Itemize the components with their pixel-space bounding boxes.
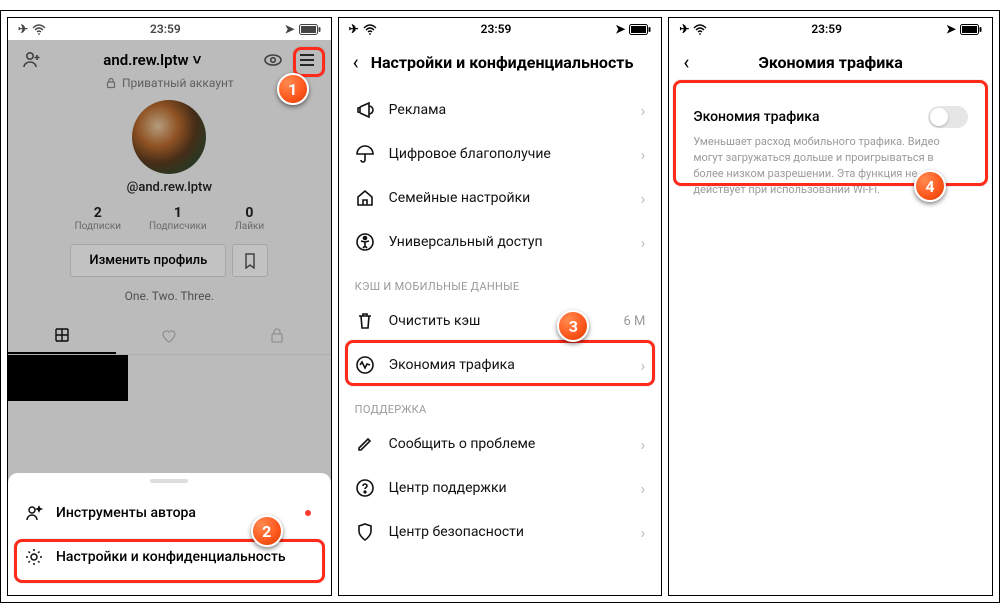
- highlight-data-saver: [345, 340, 656, 386]
- status-bar: ✈ 23:59 ➤: [339, 18, 662, 40]
- video-thumbnail[interactable]: [8, 355, 128, 401]
- megaphone-icon: [355, 100, 375, 120]
- section-cache: КЭШ И МОБИЛЬНЫЕ ДАННЫЕ: [339, 264, 662, 299]
- trash-icon: [355, 311, 375, 331]
- battery-icon: [299, 24, 321, 35]
- chevron-right-icon: ›: [641, 101, 646, 120]
- screen-profile: ✈ 23:59 ➤ and.rew.lptw ˅: [7, 17, 332, 596]
- airplane-icon: ✈: [18, 22, 28, 36]
- row-ads[interactable]: Реклама ›: [339, 88, 662, 132]
- bio-text: One. Two. Three.: [8, 289, 331, 317]
- row-wellbeing[interactable]: Цифровое благополучие ›: [339, 132, 662, 176]
- wifi-icon: [363, 24, 377, 35]
- wifi-icon: [693, 24, 707, 35]
- row-safety[interactable]: Центр безопасности ›: [339, 510, 662, 554]
- row-report[interactable]: Сообщить о проблеме ›: [339, 422, 662, 466]
- notification-dot: [305, 510, 311, 516]
- location-icon: ➤: [946, 22, 956, 36]
- edit-profile-button[interactable]: Изменить профиль: [70, 244, 226, 277]
- home-icon: [355, 188, 375, 208]
- status-bar: ✈ 23:59 ➤: [8, 18, 331, 40]
- page-title: Экономия трафика: [669, 53, 992, 72]
- tab-grid[interactable]: [8, 317, 116, 354]
- screen-data-saver: ✈ 23:59 ➤ ‹ Экономия трафика Экономия тр…: [668, 17, 993, 596]
- screen-settings: ✈ 23:59 ➤ ‹ Настройки и конфиденциальнос…: [338, 17, 663, 596]
- add-user-icon[interactable]: [20, 48, 44, 72]
- back-icon[interactable]: ‹: [353, 50, 359, 74]
- drag-handle[interactable]: [150, 479, 188, 483]
- author-tools-label: Инструменты автора: [56, 505, 196, 521]
- shield-icon: [355, 522, 375, 542]
- sparkle-user-icon: [24, 503, 44, 523]
- chevron-right-icon: ›: [641, 435, 646, 454]
- following-stat[interactable]: 2 Подписки: [75, 205, 121, 232]
- chevron-right-icon: ›: [641, 479, 646, 498]
- airplane-icon: ✈: [679, 22, 689, 36]
- battery-icon: [629, 24, 651, 35]
- status-bar: ✈ 23:59 ➤: [669, 18, 992, 40]
- username-dropdown[interactable]: and.rew.lptw ˅: [103, 51, 201, 69]
- eye-icon[interactable]: [261, 48, 285, 72]
- cache-size: 6 M: [623, 314, 645, 329]
- status-time: 23:59: [811, 22, 842, 36]
- wifi-icon: [32, 24, 46, 35]
- chevron-right-icon: ›: [641, 233, 646, 252]
- row-clear-cache[interactable]: Очистить кэш 6 M: [339, 299, 662, 343]
- chevron-down-icon: ˅: [193, 51, 202, 69]
- chevron-right-icon: ›: [641, 189, 646, 208]
- avatar[interactable]: [132, 100, 206, 174]
- location-icon: ➤: [285, 22, 295, 36]
- status-time: 23:59: [150, 22, 181, 36]
- bookmark-button[interactable]: [232, 244, 268, 277]
- badge-2: 2: [251, 515, 283, 547]
- highlight-data-saver-toggle: [673, 80, 988, 186]
- umbrella-icon: [355, 144, 375, 164]
- tab-private[interactable]: [223, 317, 331, 354]
- row-help[interactable]: Центр поддержки ›: [339, 466, 662, 510]
- status-time: 23:59: [481, 22, 512, 36]
- row-family[interactable]: Семейные настройки ›: [339, 176, 662, 220]
- private-account-label: Приватный аккаунт: [122, 76, 234, 90]
- stats-row: 2 Подписки 1 Подписчики 0 Лайки: [8, 205, 331, 244]
- badge-4: 4: [914, 170, 946, 202]
- page-title: Настройки и конфиденциальность: [371, 53, 634, 72]
- section-support: ПОДДЕРЖКА: [339, 387, 662, 422]
- highlight-menu: [293, 47, 325, 77]
- badge-1: 1: [277, 73, 309, 105]
- battery-icon: [960, 24, 982, 35]
- followers-stat[interactable]: 1 Подписчики: [149, 205, 207, 232]
- airplane-icon: ✈: [349, 22, 359, 36]
- location-icon: ➤: [615, 22, 625, 36]
- likes-stat[interactable]: 0 Лайки: [235, 205, 264, 232]
- username-label: and.rew.lptw: [103, 51, 188, 69]
- accessibility-icon: [355, 232, 375, 252]
- chevron-right-icon: ›: [641, 523, 646, 542]
- tab-liked[interactable]: [116, 317, 224, 354]
- handle-label: @and.rew.lptw: [8, 180, 331, 205]
- row-accessibility[interactable]: Универсальный доступ ›: [339, 220, 662, 264]
- highlight-settings: [14, 539, 325, 583]
- pencil-icon: [355, 434, 375, 454]
- question-icon: [355, 478, 375, 498]
- profile-tabs: [8, 317, 331, 355]
- chevron-right-icon: ›: [641, 145, 646, 164]
